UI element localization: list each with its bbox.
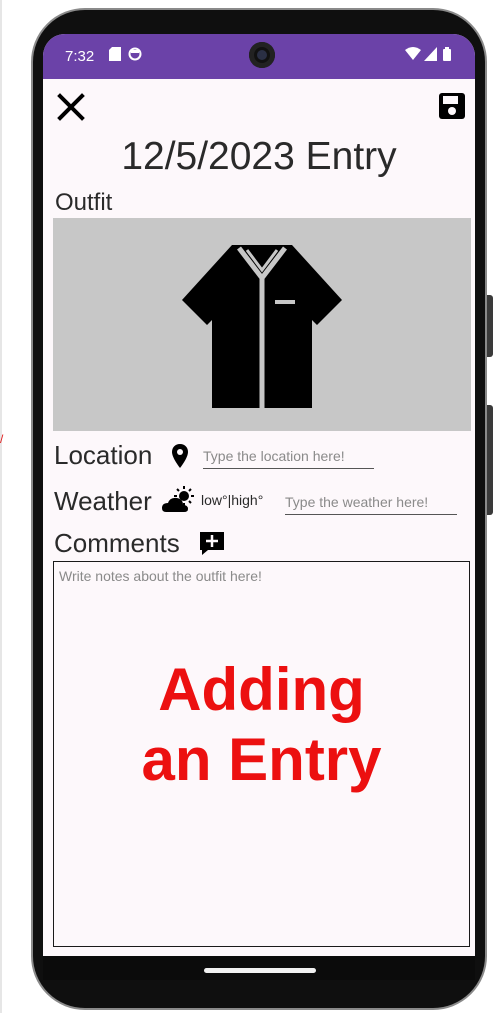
battery-icon — [443, 47, 451, 61]
status-bar: 7:32 — [43, 34, 475, 79]
save-icon[interactable] — [438, 92, 466, 120]
location-input[interactable] — [203, 444, 374, 469]
shirt-icon — [182, 245, 342, 408]
sync-icon — [128, 47, 142, 61]
weather-input[interactable] — [285, 490, 457, 515]
weather-label: Weather — [54, 486, 152, 516]
entry-title: 12/5/2023 Entry — [121, 135, 397, 178]
status-time: 7:32 — [65, 48, 95, 65]
signal-icon — [424, 47, 437, 61]
comments-textarea[interactable] — [53, 561, 470, 947]
close-icon[interactable] — [55, 91, 87, 123]
volume-button — [487, 405, 493, 515]
location-pin-icon — [172, 444, 188, 468]
page-edge-line — [0, 0, 2, 1013]
location-label: Location — [54, 440, 153, 470]
comments-label: Comments — [54, 528, 180, 558]
sd-card-icon — [109, 47, 121, 61]
app-screen: 7:32 12/5/2023 Entry Outfit Location Typ… — [43, 34, 475, 980]
add-comment-icon — [200, 532, 224, 555]
temperature-range: low°|high° — [201, 492, 264, 508]
home-gesture-bar[interactable] — [204, 968, 316, 973]
power-button — [487, 295, 493, 357]
wifi-icon — [405, 47, 421, 60]
front-camera — [249, 42, 275, 68]
edge-mark: / — [0, 432, 4, 446]
partly-cloudy-icon — [162, 486, 194, 512]
outfit-label: Outfit — [55, 189, 113, 216]
outfit-image[interactable] — [53, 218, 471, 431]
